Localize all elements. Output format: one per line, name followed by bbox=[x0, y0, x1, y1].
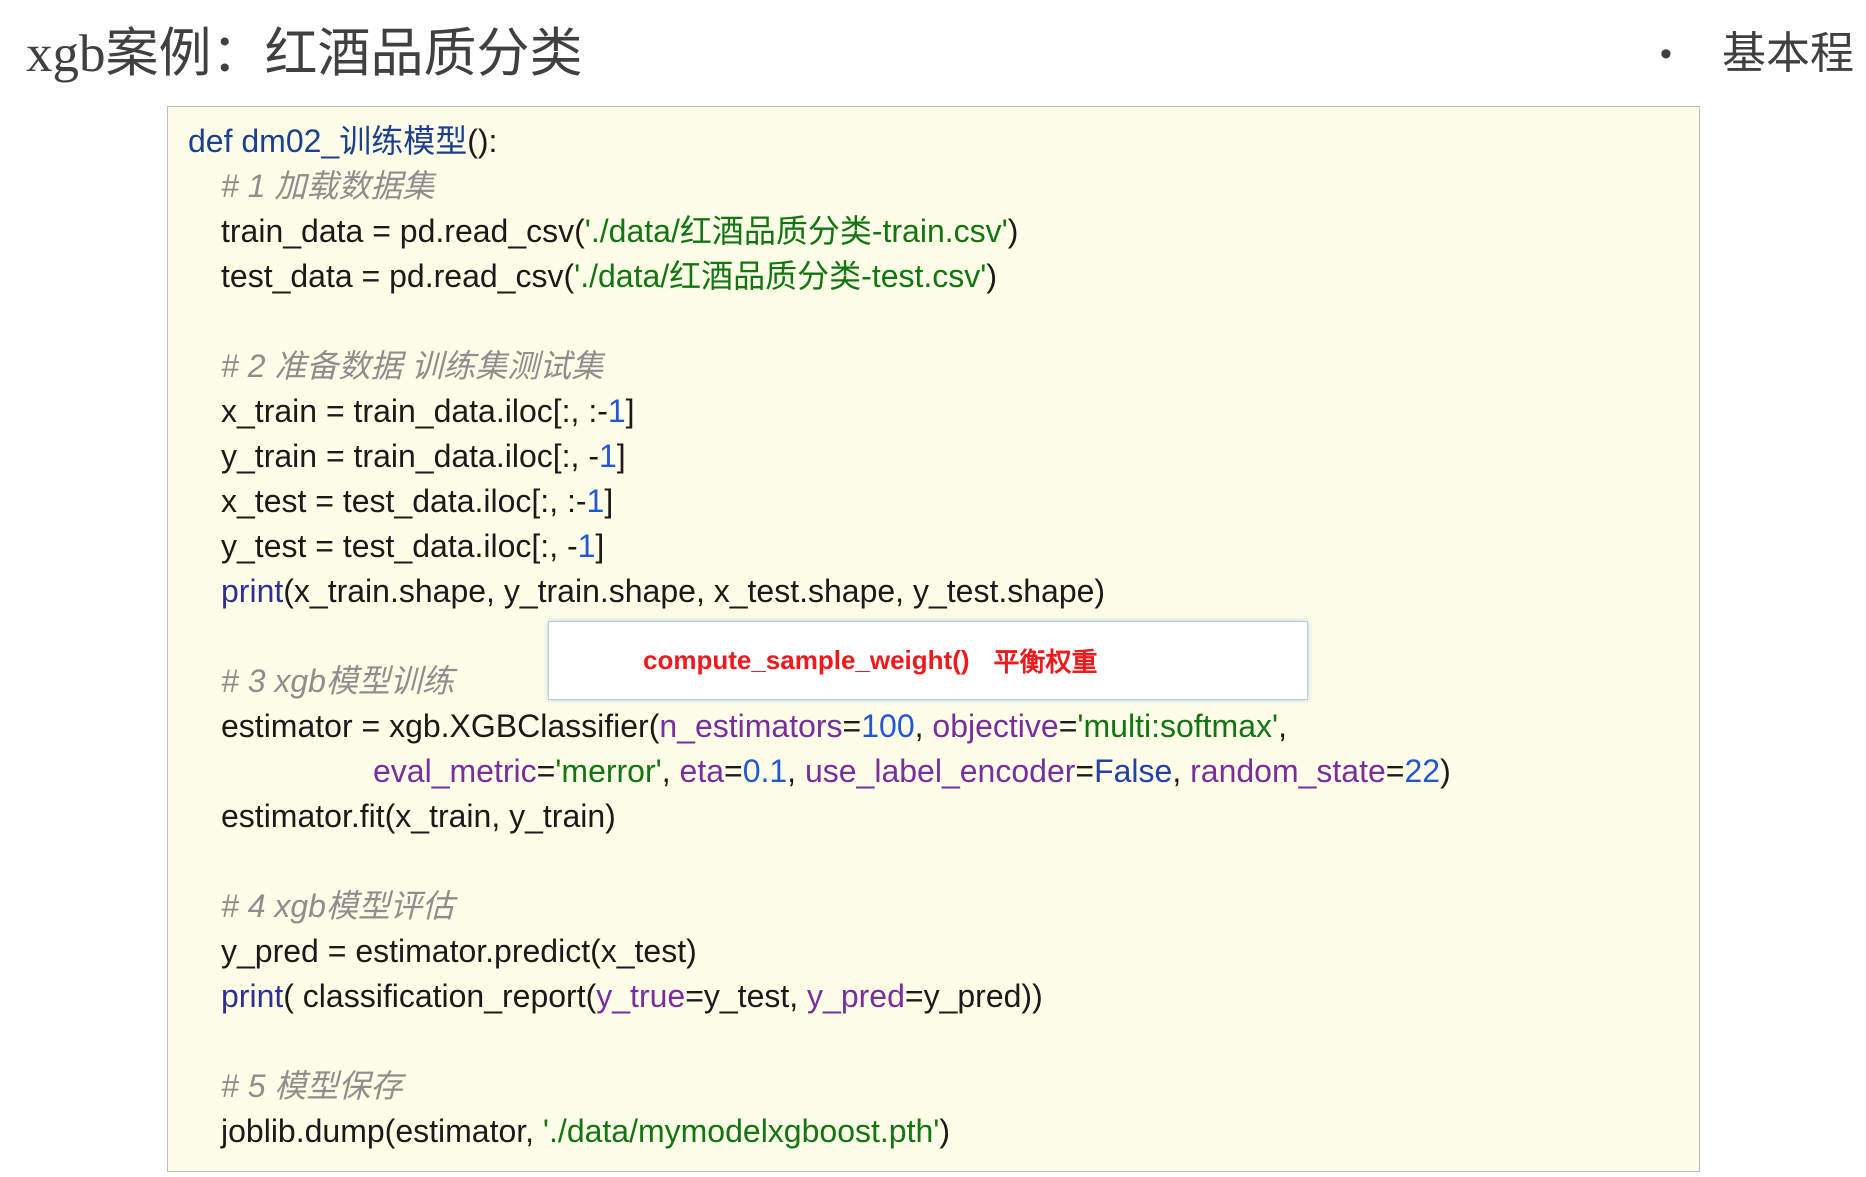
code-line-continuation: eval_metric='merror', eta=0.1, use_label… bbox=[188, 749, 1699, 794]
code-token: y_test = test_data.iloc[:, - bbox=[221, 528, 578, 564]
code-line: # 1 加载数据集 bbox=[188, 164, 1699, 209]
code-token: ) bbox=[986, 258, 998, 294]
code-token: =y_test, bbox=[685, 978, 808, 1014]
outline-item: • 基本程 bbox=[1660, 0, 1860, 108]
code-token: ) bbox=[1440, 753, 1451, 789]
code-token: = bbox=[1058, 708, 1078, 744]
code-token: , bbox=[787, 753, 805, 789]
code-line: y_test = test_data.iloc[:, -1] bbox=[188, 524, 1699, 569]
code-token: ) bbox=[939, 1113, 951, 1149]
keyword-argument: y_true bbox=[596, 978, 686, 1014]
code-line: joblib.dump(estimator, './data/mymodelxg… bbox=[188, 1109, 1699, 1154]
outline-text: 基本程 bbox=[1722, 29, 1854, 78]
string-literal: './data/红酒品质分类-test.csv' bbox=[574, 258, 987, 294]
keyword-argument: n_estimators bbox=[659, 708, 843, 744]
code-line: estimator.fit(x_train, y_train) bbox=[188, 794, 1699, 839]
code-token: joblib.dump(estimator, bbox=[221, 1113, 543, 1149]
code-comment: # 5 模型保存 bbox=[221, 1068, 403, 1104]
slide-title: xgb案例：红酒品质分类 bbox=[26, 25, 583, 83]
code-line: y_train = train_data.iloc[:, -1] bbox=[188, 434, 1699, 479]
code-comment: # 3 xgb模型训练 bbox=[221, 663, 454, 699]
callout-function: compute_sample_weight() bbox=[643, 645, 970, 675]
code-comment: # 1 加载数据集 bbox=[221, 168, 435, 204]
code-token: = bbox=[842, 708, 862, 744]
code-token: y_pred = estimator.predict(x_test) bbox=[221, 933, 697, 969]
keyword-argument: objective bbox=[932, 708, 1059, 744]
callout-note: 平衡权重 bbox=[993, 647, 1098, 677]
code-token: x_test = test_data.iloc[:, :- bbox=[221, 483, 587, 519]
number-literal: 1 bbox=[598, 438, 617, 474]
code-token: estimator = xgb.XGBClassifier( bbox=[221, 708, 660, 744]
code-token: ] bbox=[625, 393, 635, 429]
keyword-argument: use_label_encoder bbox=[804, 753, 1076, 789]
code-token: x_train = train_data.iloc[:, :- bbox=[221, 393, 608, 429]
code-line-signature: def dm02_训练模型(): bbox=[188, 119, 1699, 164]
code-token: estimator.fit(x_train, y_train) bbox=[221, 798, 616, 834]
number-literal: 100 bbox=[861, 708, 915, 744]
builtin-function: print bbox=[221, 573, 284, 609]
string-literal: './data/mymodelxgboost.pth' bbox=[542, 1113, 940, 1149]
code-line: # 2 准备数据 训练集测试集 bbox=[188, 344, 1699, 389]
code-comment: # 4 xgb模型评估 bbox=[221, 888, 454, 924]
function-definition: def dm02_训练模型 bbox=[188, 123, 468, 159]
keyword-argument: y_pred bbox=[807, 978, 905, 1014]
keyword-argument: random_state bbox=[1190, 753, 1386, 789]
callout-box: compute_sample_weight() 平衡权重 bbox=[548, 621, 1308, 700]
code-token: , bbox=[1278, 708, 1287, 744]
code-line: test_data = pd.read_csv('./data/红酒品质分类-t… bbox=[188, 254, 1699, 299]
code-token: , bbox=[914, 708, 933, 744]
number-literal: 1 bbox=[586, 483, 605, 519]
string-literal: './data/红酒品质分类-train.csv' bbox=[584, 213, 1008, 249]
code-token: ] bbox=[604, 483, 614, 519]
string-literal: 'merror' bbox=[555, 753, 662, 789]
code-token: = bbox=[724, 753, 743, 789]
code-token: =y_pred)) bbox=[904, 978, 1043, 1014]
code-token: ] bbox=[595, 528, 605, 564]
code-token: (): bbox=[467, 123, 498, 159]
keyword-argument: eta bbox=[679, 753, 724, 789]
string-literal: 'multi:softmax' bbox=[1077, 708, 1279, 744]
code-token: ] bbox=[616, 438, 626, 474]
code-line: estimator = xgb.XGBClassifier(n_estimato… bbox=[188, 704, 1699, 749]
code-line: y_pred = estimator.predict(x_test) bbox=[188, 929, 1699, 974]
number-literal: 22 bbox=[1404, 753, 1441, 789]
code-line: # 5 模型保存 bbox=[188, 1064, 1699, 1109]
code-token: train_data = pd.read_csv( bbox=[221, 213, 585, 249]
code-token: ) bbox=[1007, 213, 1019, 249]
code-token: test_data = pd.read_csv( bbox=[221, 258, 575, 294]
number-literal: 0.1 bbox=[742, 753, 788, 789]
code-line: # 4 xgb模型评估 bbox=[188, 884, 1699, 929]
code-token: = bbox=[1385, 753, 1405, 789]
code-line: train_data = pd.read_csv('./data/红酒品质分类-… bbox=[188, 209, 1699, 254]
code-line: x_test = test_data.iloc[:, :-1] bbox=[188, 479, 1699, 524]
code-token: = bbox=[536, 753, 556, 789]
keyword-argument: eval_metric bbox=[373, 753, 537, 789]
code-token: , bbox=[1172, 753, 1191, 789]
code-token: (x_train.shape, y_train.shape, x_test.sh… bbox=[283, 573, 1106, 609]
builtin-function: print bbox=[221, 978, 284, 1014]
bullet-icon: • bbox=[1660, 35, 1672, 73]
code-token: ( classification_report( bbox=[283, 978, 597, 1014]
code-token: , bbox=[661, 753, 680, 789]
code-token: = bbox=[1075, 753, 1095, 789]
code-token: y_train = train_data.iloc[:, - bbox=[221, 438, 599, 474]
code-line: print( classification_report(y_true=y_te… bbox=[188, 974, 1699, 1019]
code-comment: # 2 准备数据 训练集测试集 bbox=[221, 348, 604, 384]
number-literal: 1 bbox=[607, 393, 626, 429]
number-literal: 1 bbox=[577, 528, 596, 564]
boolean-literal: False bbox=[1094, 753, 1173, 789]
code-line: print(x_train.shape, y_train.shape, x_te… bbox=[188, 569, 1699, 614]
code-line: x_train = train_data.iloc[:, :-1] bbox=[188, 389, 1699, 434]
